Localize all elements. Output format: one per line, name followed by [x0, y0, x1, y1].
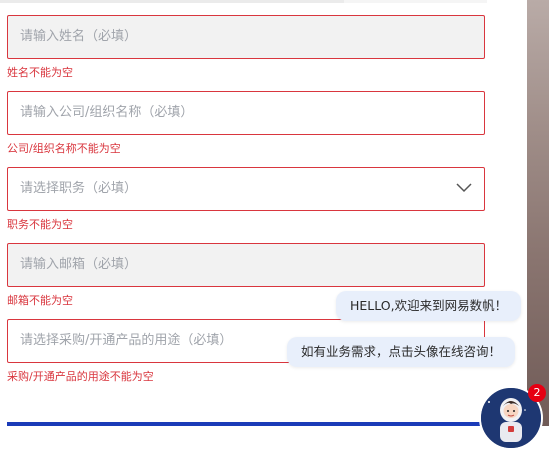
email-placeholder: 请输入邮箱（必填） — [20, 257, 138, 272]
name-input[interactable]: 请输入姓名（必填） — [7, 15, 485, 59]
top-divider — [0, 0, 344, 3]
position-select[interactable]: 请选择职务（必填） — [7, 167, 485, 211]
top-divider-right — [344, 0, 487, 3]
name-error: 姓名不能为空 — [7, 66, 73, 79]
company-input[interactable]: 请输入公司/组织名称（必填） — [7, 91, 485, 135]
chat-greeting-bubble[interactable]: HELLO,欢迎来到网易数帆！ — [336, 291, 522, 321]
email-error: 邮箱不能为空 — [7, 294, 73, 307]
background-photo-strip — [527, 0, 549, 426]
chat-greeting-text: HELLO,欢迎来到网易数帆！ — [350, 298, 508, 313]
company-placeholder: 请输入公司/组织名称（必填） — [20, 105, 194, 120]
position-error: 职务不能为空 — [7, 218, 73, 231]
purpose-error: 采购/开通产品的用途不能为空 — [7, 370, 154, 383]
chat-prompt-text: 如有业务需求，点击头像在线咨询！ — [301, 344, 502, 359]
purpose-placeholder: 请选择采购/开通产品的用途（必填） — [20, 333, 233, 348]
chevron-down-icon — [456, 183, 472, 193]
position-placeholder: 请选择职务（必填） — [20, 181, 138, 196]
name-placeholder: 请输入姓名（必填） — [20, 29, 138, 44]
email-input[interactable]: 请输入邮箱（必填） — [7, 243, 485, 287]
notification-badge: 2 — [528, 384, 546, 402]
chat-prompt-bubble[interactable]: 如有业务需求，点击头像在线咨询！ — [287, 337, 516, 367]
company-error: 公司/组织名称不能为空 — [7, 142, 121, 155]
submit-button-edge[interactable] — [7, 422, 482, 426]
